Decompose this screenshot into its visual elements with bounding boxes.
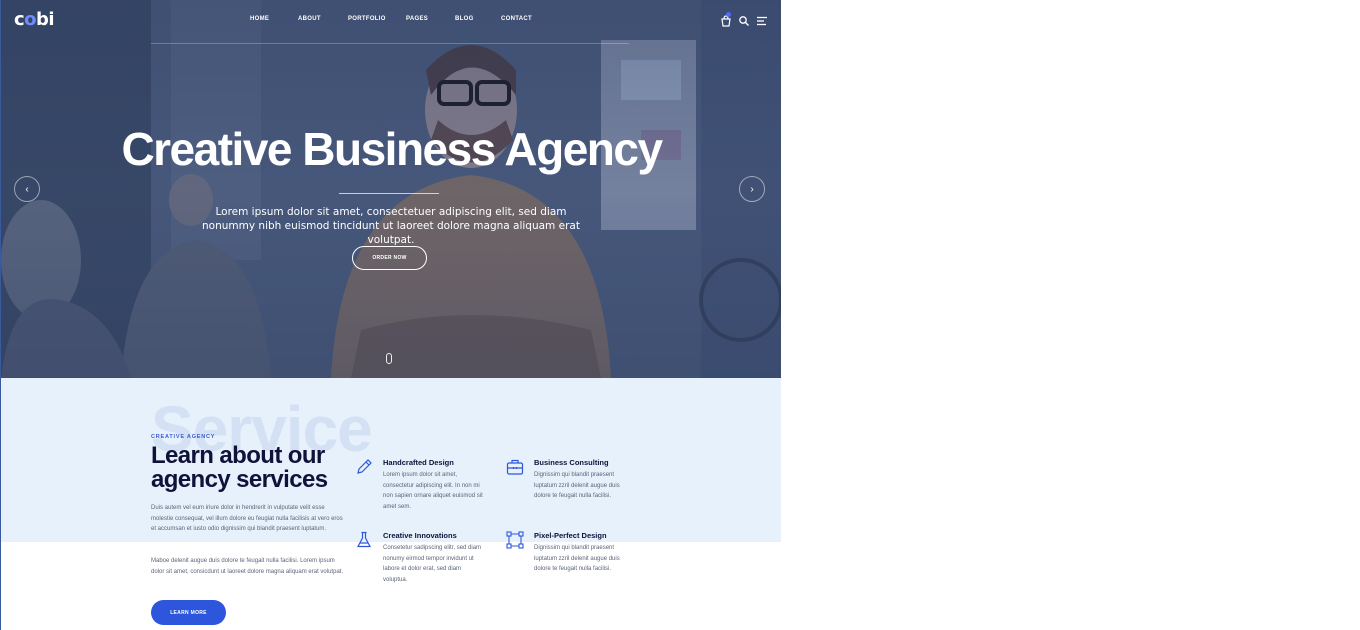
scroll-down-mouse-icon[interactable] bbox=[386, 353, 392, 364]
service-text: Dignissim qui blandit praesent luptatum … bbox=[534, 472, 620, 499]
site-logo[interactable]: cobi bbox=[14, 9, 55, 30]
vector-nodes-icon bbox=[506, 531, 524, 549]
slider-prev-button[interactable]: ‹ bbox=[14, 176, 40, 202]
learn-more-button[interactable]: LEARN MORE bbox=[151, 600, 226, 625]
section-paragraph-2: Maboe delenit augue duis dolore te feuga… bbox=[151, 558, 344, 575]
cart-icon[interactable] bbox=[720, 12, 732, 27]
chevron-right-icon: › bbox=[750, 183, 754, 195]
service-text: Lorem ipsum dolor sit amet, consectetur … bbox=[383, 472, 483, 510]
nav-divider bbox=[151, 43, 629, 44]
nav-contact[interactable]: CONTACT bbox=[501, 16, 532, 22]
service-text: Dignissim qui blandit praesent luptatum … bbox=[534, 545, 620, 572]
section-eyebrow: CREATIVE AGENCY bbox=[151, 434, 216, 440]
website-page: cobi HOME ABOUT PORTFOLIO PAGES BLOG CON… bbox=[0, 0, 781, 630]
hero-divider bbox=[339, 193, 439, 194]
nav-pages[interactable]: PAGES bbox=[406, 16, 428, 22]
hero-title: Creative Business Agency bbox=[121, 123, 663, 175]
service-text: Consetetur sadipscing elitr, sed diam no… bbox=[383, 545, 482, 583]
pencil-icon bbox=[357, 459, 372, 474]
nav-about[interactable]: ABOUT bbox=[298, 16, 321, 22]
chevron-left-icon: ‹ bbox=[25, 183, 29, 195]
search-icon[interactable] bbox=[738, 14, 750, 26]
service-title: Creative Innovations bbox=[383, 531, 457, 540]
service-title: Pixel-Perfect Design bbox=[534, 531, 607, 540]
service-title: Handcrafted Design bbox=[383, 458, 454, 467]
hero-slider: cobi HOME ABOUT PORTFOLIO PAGES BLOG CON… bbox=[1, 0, 781, 378]
hero-overlay bbox=[1, 0, 781, 378]
slider-next-button[interactable]: › bbox=[739, 176, 765, 202]
flask-icon bbox=[357, 531, 371, 548]
menu-icon[interactable] bbox=[756, 14, 768, 26]
briefcase-icon bbox=[506, 459, 524, 475]
cart-count-badge bbox=[726, 12, 731, 17]
nav-portfolio[interactable]: PORTFOLIO bbox=[348, 16, 386, 22]
section-paragraph-1: Duis autem vel eum iriure dolor in hendr… bbox=[151, 505, 343, 532]
section-title: Learn about our agency services bbox=[151, 442, 328, 493]
nav-blog[interactable]: BLOG bbox=[455, 16, 474, 22]
service-title: Business Consulting bbox=[534, 458, 609, 467]
order-now-button[interactable]: ORDER NOW bbox=[352, 246, 427, 270]
hero-subtitle: Lorem ipsum dolor sit amet, consectetuer… bbox=[202, 206, 580, 246]
nav-home[interactable]: HOME bbox=[250, 16, 269, 22]
